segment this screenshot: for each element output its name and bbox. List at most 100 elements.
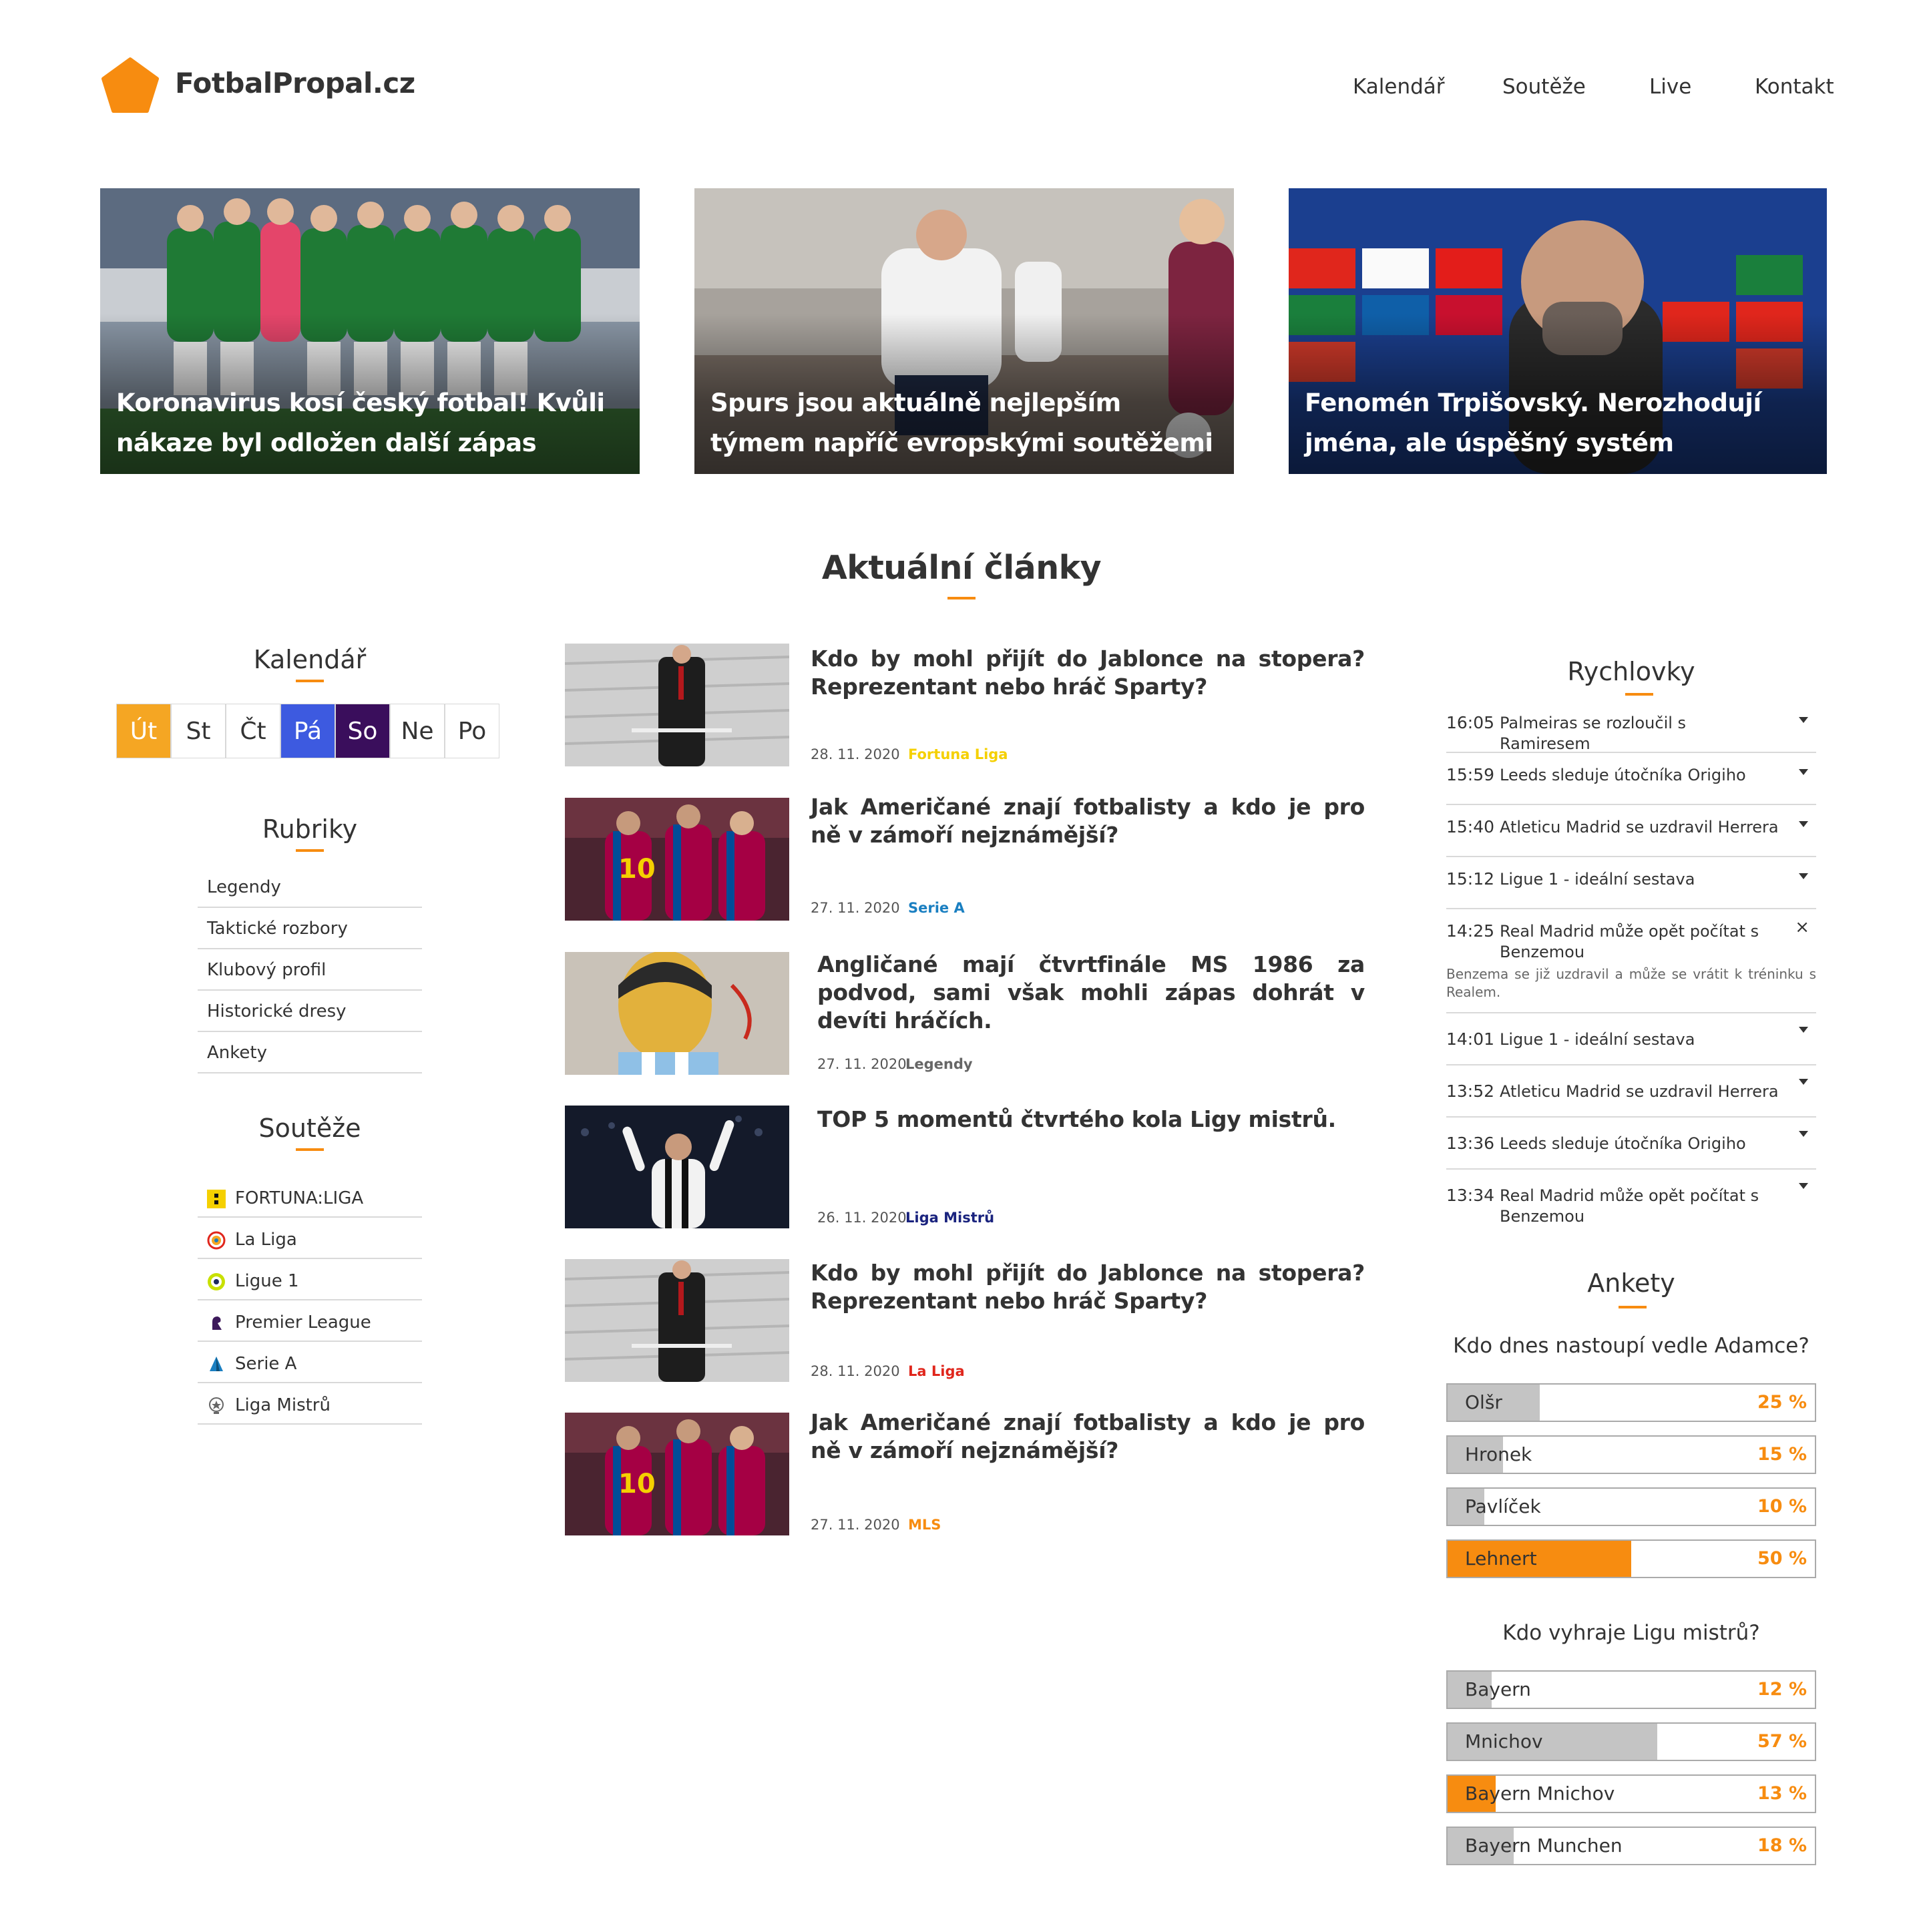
expand-arrow-icon[interactable] [1799, 873, 1808, 879]
nav-souteze[interactable]: Soutěže [1502, 75, 1586, 99]
article-photo-maradona-mural [565, 952, 789, 1075]
rychlovka-item[interactable]: 13:52 Atleticu Madrid se uzdravil Herrer… [1446, 1065, 1816, 1118]
article-category[interactable]: Serie A [908, 900, 965, 916]
rubrika-klubovy-profil[interactable]: Klubový profil [198, 949, 422, 991]
fortuna-liga-icon [207, 1190, 226, 1208]
nav-kalendar[interactable]: Kalendář [1353, 75, 1445, 99]
hero-card-3[interactable]: Fenomén Trpišovský. Nerozhodují jména, a… [1289, 188, 1827, 474]
liga-mistru-icon [209, 1397, 224, 1414]
article-category[interactable]: La Liga [908, 1363, 965, 1379]
ankety-title: Ankety [1587, 1268, 1675, 1298]
expand-arrow-icon[interactable] [1799, 1183, 1808, 1189]
rychlovka-item[interactable]: 14:01 Ligue 1 - ideální sestava [1446, 1013, 1816, 1065]
poll-option-percent: 18 % [1757, 1835, 1807, 1856]
soutez-label: La Liga [235, 1230, 297, 1250]
article-photo-man-in-suit [565, 644, 789, 766]
soutez-serie-a[interactable]: Serie A [198, 1342, 422, 1383]
article-title[interactable]: Angličané mají čtvrtfinále MS 1986 za po… [817, 951, 1365, 1035]
soutez-label: Premier League [235, 1312, 371, 1333]
poll-option[interactable]: Mnichov 57 % [1446, 1722, 1816, 1761]
poll-option[interactable]: Pavlíček 10 % [1446, 1487, 1816, 1526]
expand-arrow-icon[interactable] [1799, 769, 1808, 775]
nav-live[interactable]: Live [1649, 75, 1691, 99]
hero-title[interactable]: Spurs jsou aktuálně nejlepším týmem např… [710, 383, 1221, 463]
article-category[interactable]: Legendy [905, 1056, 973, 1072]
rychlovka-time: 14:25 [1446, 921, 1495, 941]
rychlovka-item[interactable]: 15:59 Leeds sleduje útočníka Origiho [1446, 753, 1816, 805]
calendar-title: Kalendář [253, 645, 367, 674]
nav-kontakt[interactable]: Kontakt [1755, 75, 1834, 99]
rychlovka-item-expanded[interactable]: 14:25 Real Madrid může opět počítat s Be… [1446, 909, 1816, 1013]
article-category[interactable]: MLS [908, 1517, 941, 1533]
rubrika-historicke-dresy[interactable]: Historické dresy [198, 991, 422, 1032]
article-photo-man-in-suit [565, 1259, 789, 1382]
poll-option[interactable]: Bayern Mnichov 13 % [1446, 1774, 1816, 1813]
rychlovka-item[interactable]: 13:36 Leeds sleduje útočníka Origiho [1446, 1118, 1816, 1170]
article-title[interactable]: Jak Američané znají fotbalisty a kdo je … [811, 793, 1365, 849]
svg-text:10: 10 [618, 854, 656, 885]
article-photo-barcelona-players: 10 [565, 1413, 789, 1535]
poll-option-percent: 57 % [1757, 1731, 1807, 1752]
serie-a-icon [210, 1357, 223, 1371]
soutez-liga-mistru[interactable]: Liga Mistrů [198, 1383, 422, 1425]
calendar-day-so[interactable]: So [335, 704, 390, 758]
poll-option[interactable]: Lehnert 50 % [1446, 1539, 1816, 1578]
article-category[interactable]: Fortuna Liga [908, 746, 1008, 762]
calendar-day-ut[interactable]: Út [116, 704, 171, 758]
rychlovka-time: 16:05 [1446, 713, 1495, 732]
poll-option-label: Pavlíček [1465, 1495, 1541, 1517]
calendar-day-st[interactable]: St [171, 704, 226, 758]
hero-card-2[interactable]: Spurs jsou aktuálně nejlepším týmem např… [694, 188, 1234, 474]
expand-arrow-icon[interactable] [1799, 821, 1808, 827]
expand-arrow-icon[interactable] [1799, 1027, 1808, 1033]
article-photo-barcelona-players: 10 [565, 798, 789, 921]
rubrika-legendy[interactable]: Legendy [198, 867, 422, 908]
expand-arrow-icon[interactable] [1799, 1131, 1808, 1137]
rychlovka-item[interactable]: 15:12 Ligue 1 - ideální sestava [1446, 857, 1816, 909]
article-image[interactable]: 10 [565, 798, 789, 921]
soutez-premier-league[interactable]: Premier League [198, 1300, 422, 1342]
article-image[interactable] [565, 644, 789, 766]
hero-title[interactable]: Fenomén Trpišovský. Nerozhodují jména, a… [1305, 383, 1813, 463]
rychlovka-time: 13:52 [1446, 1081, 1495, 1101]
article-title[interactable]: Kdo by mohl přijít do Jablonce na stoper… [811, 1259, 1365, 1315]
poll-option[interactable]: Hronek 15 % [1446, 1435, 1816, 1474]
rubrika-takticke-rozbory[interactable]: Taktické rozbory [198, 908, 422, 949]
article-date: 26. 11. 2020 [817, 1210, 907, 1226]
rychlovka-item[interactable]: 15:40 Atleticu Madrid se uzdravil Herrer… [1446, 805, 1816, 857]
souteze-title: Soutěže [258, 1114, 361, 1143]
article-image[interactable] [565, 1106, 789, 1228]
article-image[interactable] [565, 952, 789, 1075]
calendar-day-po[interactable]: Po [445, 704, 499, 758]
poll-option-label: Lehnert [1465, 1547, 1537, 1569]
rychlovka-text: Ligue 1 - ideální sestava [1500, 1030, 1695, 1049]
rychlovka-item[interactable]: 13:34 Real Madrid může opět počítat s Be… [1446, 1170, 1816, 1234]
article-category[interactable]: Liga Mistrů [905, 1210, 994, 1226]
rychlovka-time: 13:34 [1446, 1186, 1495, 1205]
article-title[interactable]: Jak Američané znají fotbalisty a kdo je … [811, 1409, 1365, 1465]
close-icon[interactable]: × [1795, 917, 1809, 937]
soutez-ligue-1[interactable]: Ligue 1 [198, 1259, 422, 1300]
article-title[interactable]: Kdo by mohl přijít do Jablonce na stoper… [811, 645, 1365, 701]
expand-arrow-icon[interactable] [1799, 717, 1808, 723]
article-image[interactable] [565, 1259, 789, 1382]
article-title[interactable]: TOP 5 momentů čtvrtého kola Ligy mistrů. [817, 1106, 1365, 1134]
rubrika-ankety[interactable]: Ankety [198, 1032, 422, 1073]
calendar-day-ne[interactable]: Ne [390, 704, 445, 758]
poll-option[interactable]: Bayern 12 % [1446, 1670, 1816, 1709]
logo-icon [101, 57, 159, 113]
soutez-la-liga[interactable]: La Liga [198, 1218, 422, 1259]
calendar-day-pa[interactable]: Pá [280, 704, 335, 758]
ankety-underline [1619, 1306, 1647, 1308]
poll-option[interactable]: Olšr 25 % [1446, 1383, 1816, 1422]
article-image[interactable]: 10 [565, 1413, 789, 1535]
expand-arrow-icon[interactable] [1799, 1079, 1808, 1085]
hero-card-1[interactable]: Koronavirus kosí český fotbal! Kvůli nák… [100, 188, 640, 474]
logo-text[interactable]: FotbalPropal.cz [175, 67, 415, 99]
rychlovka-item[interactable]: 16:05 Palmeiras se rozloučil s Ramiresem [1446, 701, 1816, 753]
poll-option[interactable]: Bayern Munchen 18 % [1446, 1827, 1816, 1865]
soutez-label: FORTUNA:LIGA [235, 1188, 364, 1208]
hero-title[interactable]: Koronavirus kosí český fotbal! Kvůli nák… [116, 383, 626, 463]
soutez-fortuna-liga[interactable]: FORTUNA:LIGA [198, 1176, 422, 1218]
calendar-day-ct[interactable]: Čt [226, 704, 280, 758]
